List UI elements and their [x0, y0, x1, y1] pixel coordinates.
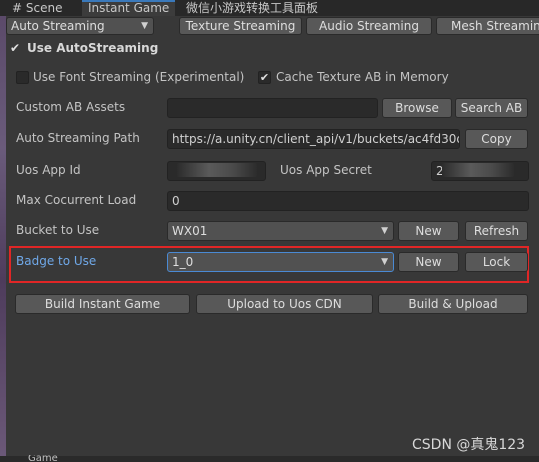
tab-wechat-converter[interactable]: 微信小游戏转换工具面板: [180, 0, 324, 16]
badge-label: Badge to Use: [16, 254, 97, 268]
badge-new-button[interactable]: New: [398, 252, 459, 272]
font-streaming-label: Use Font Streaming (Experimental): [33, 70, 245, 84]
watermark: CSDN @真鬼123: [412, 437, 526, 453]
bucket-dropdown-value: WX01: [172, 224, 208, 238]
streaming-path-label: Auto Streaming Path: [16, 131, 140, 145]
search-ab-button[interactable]: Search AB: [455, 98, 528, 118]
copy-button[interactable]: Copy: [465, 129, 528, 149]
audio-streaming-button[interactable]: Audio Streaming: [306, 17, 432, 35]
font-streaming-checkbox[interactable]: [16, 71, 29, 84]
bucket-refresh-button[interactable]: Refresh: [465, 221, 528, 241]
uos-app-secret-label: Uos App Secret: [280, 163, 372, 177]
build-instant-game-button[interactable]: Build Instant Game: [15, 294, 190, 314]
mode-dropdown[interactable]: Auto Streaming ▼: [6, 17, 154, 35]
chevron-down-icon: ▼: [381, 226, 388, 236]
mesh-streaming-button[interactable]: Mesh Streaming: [436, 17, 539, 35]
cache-texture-label: Cache Texture AB in Memory: [276, 70, 449, 84]
chevron-down-icon: ▼: [141, 21, 148, 31]
upload-uos-cdn-button[interactable]: Upload to Uos CDN: [196, 294, 373, 314]
use-autostreaming-check-icon[interactable]: ✔: [10, 42, 22, 54]
cache-texture-checkbox[interactable]: ✔: [258, 71, 271, 84]
badge-dropdown-value: 1_0: [172, 255, 194, 269]
tab-scene[interactable]: # Scene: [6, 0, 68, 16]
streaming-path-field[interactable]: https://a.unity.cn/client_api/v1/buckets…: [167, 129, 460, 149]
mode-dropdown-value: Auto Streaming: [11, 19, 105, 33]
custom-ab-field[interactable]: [167, 98, 378, 118]
bucket-label: Bucket to Use: [16, 223, 100, 237]
editor-tab-bar: # Scene Instant Game 微信小游戏转换工具面板: [0, 0, 539, 16]
redacted-app-id: [177, 163, 257, 177]
chevron-down-icon: ▼: [381, 257, 388, 267]
browse-button[interactable]: Browse: [382, 98, 452, 118]
custom-ab-label: Custom AB Assets: [16, 100, 126, 114]
use-autostreaming-label: Use AutoStreaming: [27, 41, 159, 55]
redacted-app-secret: [442, 163, 514, 177]
bucket-new-button[interactable]: New: [398, 221, 459, 241]
build-upload-button[interactable]: Build & Upload: [378, 294, 528, 314]
texture-streaming-button[interactable]: Texture Streaming: [179, 17, 302, 35]
max-load-field[interactable]: 0: [167, 191, 529, 211]
max-load-label: Max Cocurrent Load: [16, 193, 137, 207]
tab-game[interactable]: Game: [28, 455, 58, 462]
bucket-dropdown[interactable]: WX01 ▼: [167, 221, 394, 241]
uos-app-id-label: Uos App Id: [16, 163, 81, 177]
streaming-panel: Auto Streaming ▼ Texture Streaming Audio…: [6, 16, 539, 456]
badge-lock-button[interactable]: Lock: [465, 252, 528, 272]
badge-dropdown[interactable]: 1_0 ▼: [167, 252, 394, 272]
bottom-tab-bar: Game: [0, 455, 539, 462]
tab-instant-game[interactable]: Instant Game: [82, 0, 176, 16]
